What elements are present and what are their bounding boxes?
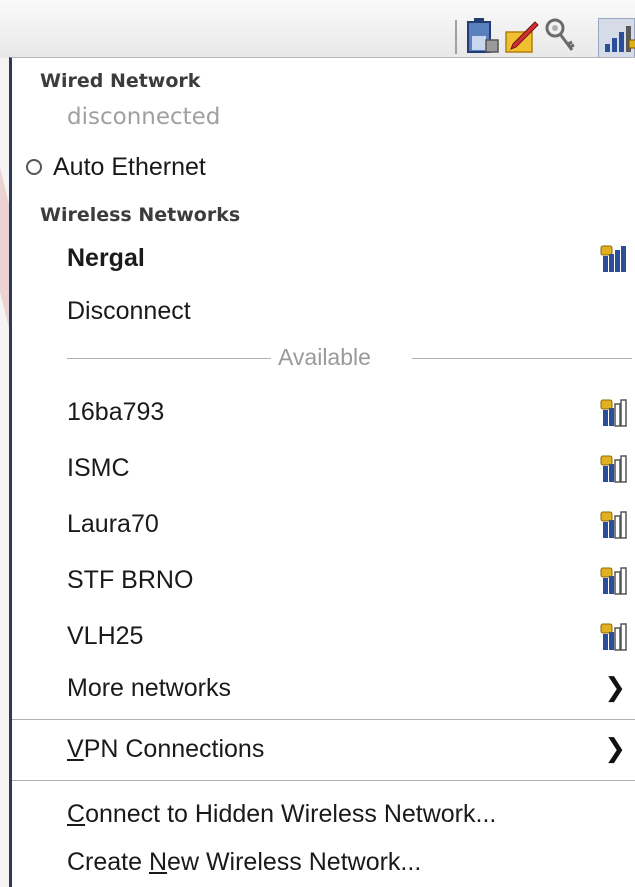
available-label: Available xyxy=(278,344,371,370)
network-item[interactable]: ISMC xyxy=(12,445,632,491)
accelerator-key: C xyxy=(67,800,86,828)
network-item[interactable]: STF BRNO xyxy=(12,557,632,603)
wifi-signal-locked-icon xyxy=(598,244,628,274)
network-name: Laura70 xyxy=(67,510,159,538)
network-name: 16ba793 xyxy=(67,398,165,426)
network-icon[interactable] xyxy=(601,16,635,56)
panel-separator xyxy=(455,20,457,54)
available-divider: Available xyxy=(67,344,632,374)
connect-hidden-network-label: Connect to Hidden Wireless Network... xyxy=(67,800,497,828)
create-new-network-item[interactable]: Create New Wireless Network... xyxy=(12,839,632,885)
network-name: VLH25 xyxy=(67,622,144,650)
radio-button[interactable] xyxy=(26,159,42,175)
connect-hidden-network-item[interactable]: Connect to Hidden Wireless Network... xyxy=(12,791,632,837)
more-networks-label: More networks xyxy=(67,674,231,702)
network-item[interactable]: VLH25 xyxy=(12,613,632,659)
auto-ethernet-item[interactable]: Auto Ethernet xyxy=(12,144,632,190)
menu-separator xyxy=(12,780,635,781)
auto-ethernet-label: Auto Ethernet xyxy=(53,153,206,181)
menu-separator xyxy=(12,719,635,720)
chevron-right-icon: ❯ xyxy=(604,734,626,764)
divider-line xyxy=(412,358,632,359)
wireless-networks-heading: Wireless Networks xyxy=(40,204,241,226)
wifi-signal-locked-icon xyxy=(598,398,628,428)
keys-icon[interactable] xyxy=(542,16,578,56)
network-name: Nergal xyxy=(67,244,145,272)
network-item[interactable]: 16ba793 xyxy=(12,389,632,435)
disconnect-item[interactable]: Disconnect xyxy=(12,288,632,334)
wifi-signal-locked-icon xyxy=(598,566,628,596)
network-item[interactable]: Laura70 xyxy=(12,501,632,547)
wifi-signal-locked-icon xyxy=(598,510,628,540)
wired-network-heading: Wired Network xyxy=(40,70,201,92)
wifi-signal-locked-icon xyxy=(598,622,628,652)
network-name: ISMC xyxy=(67,454,130,482)
vpn-connections-item[interactable]: VPN Connections ❯ xyxy=(12,726,632,772)
notes-icon[interactable] xyxy=(503,16,539,56)
accelerator-key: V xyxy=(67,735,84,763)
network-item-nergal[interactable]: Nergal xyxy=(12,235,632,281)
disconnect-label: Disconnect xyxy=(67,297,191,325)
network-menu: Wired Network disconnected Auto Ethernet… xyxy=(9,57,635,887)
create-new-network-label: Create New Wireless Network... xyxy=(67,848,422,876)
wired-status: disconnected xyxy=(67,104,221,130)
network-name: STF BRNO xyxy=(67,566,194,594)
vpn-connections-label: VPN Connections xyxy=(67,735,265,763)
battery-icon[interactable] xyxy=(464,16,500,56)
accelerator-key: N xyxy=(148,848,168,876)
wifi-signal-locked-icon xyxy=(598,454,628,484)
more-networks-item[interactable]: More networks ❯ xyxy=(12,665,632,711)
divider-line xyxy=(67,358,271,359)
chevron-right-icon: ❯ xyxy=(604,673,626,703)
top-panel xyxy=(0,0,635,58)
